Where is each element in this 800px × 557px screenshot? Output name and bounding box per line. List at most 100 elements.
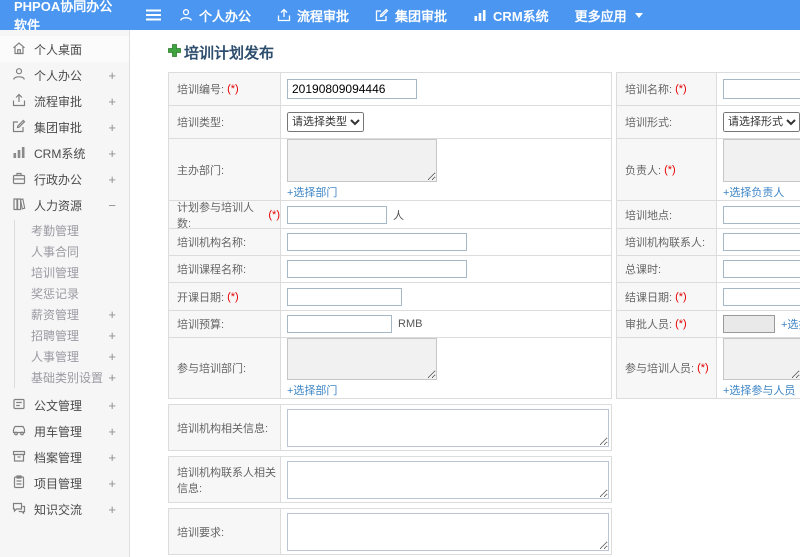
user-icon (179, 8, 193, 22)
expand-icon[interactable]: + (108, 476, 116, 491)
user-icon (12, 67, 26, 84)
sidebar-item-vehicle[interactable]: 用车管理 + (0, 418, 129, 444)
edit-square-icon (12, 119, 26, 136)
row-training-type: 培训类型: 请选择类型 (169, 106, 611, 139)
sidebar-item-project[interactable]: 项目管理 + (0, 470, 129, 496)
row-end-date: 结课日期: (*) (617, 283, 800, 311)
expand-icon[interactable]: + (108, 502, 116, 517)
sidebar-item-admin-office[interactable]: 行政办公 + (0, 166, 129, 192)
sidebar-item-hr-contract[interactable]: 人事合同 (15, 241, 129, 262)
participating-departments-textarea[interactable] (287, 338, 437, 380)
form-right-column: 培训名称: (*) 培训形式: 请选择形式 负责人: (*) +选择负责人 培训地点… (616, 72, 800, 399)
training-requirements-textarea[interactable] (287, 512, 609, 551)
document-icon (12, 397, 26, 414)
nav-crm-system[interactable]: CRM系统 (473, 6, 549, 25)
select-department-link[interactable]: +选择部门 (287, 184, 337, 200)
budget-input[interactable] (287, 315, 392, 333)
expand-icon[interactable]: + (108, 370, 116, 385)
sidebar-item-recruit[interactable]: 招聘管理 + (15, 325, 129, 346)
training-no-input[interactable] (287, 79, 417, 99)
select-person-in-charge-link[interactable]: +选择负责人 (723, 184, 784, 200)
course-name-input[interactable] (287, 260, 467, 278)
participating-personnel-textarea[interactable] (723, 338, 800, 380)
expand-icon[interactable]: + (108, 146, 116, 161)
sidebar-item-official-doc[interactable]: 公文管理 + (0, 392, 129, 418)
expand-icon[interactable]: + (108, 424, 116, 439)
row-participating-personnel: 参与培训人员: (*) +选择参与人员 (617, 338, 800, 398)
sidebar-item-crm[interactable]: CRM系统 + (0, 140, 129, 166)
expand-icon[interactable]: + (108, 120, 116, 135)
collapse-icon[interactable]: − (108, 198, 116, 213)
end-date-input[interactable] (723, 287, 800, 306)
total-hours-input[interactable] (723, 260, 800, 278)
expand-icon[interactable]: + (108, 398, 116, 413)
sidebar-item-group-approval[interactable]: 集团审批 + (0, 114, 129, 140)
nav-group-approval[interactable]: 集团审批 (375, 6, 447, 25)
main-content: 培训计划发布 培训编号:(*) 培训类型: 请选择类型 主办部门: +选择部门 … (130, 30, 800, 557)
institution-info-textarea[interactable] (287, 408, 609, 447)
sidebar-item-training-mgmt[interactable]: 培训管理 (15, 262, 129, 283)
training-location-input[interactable] (723, 205, 800, 224)
institution-contact-info-textarea[interactable] (287, 460, 609, 499)
training-name-input[interactable] (723, 79, 800, 99)
app-header: PHPOA协同办公软件 个人办公 流程审批 集团审批 CRM系统 更多应用 (0, 0, 800, 33)
institution-name-input[interactable] (287, 233, 467, 251)
archive-icon (12, 449, 26, 466)
nav-more-apps[interactable]: 更多应用 (575, 6, 643, 25)
start-date-input[interactable] (287, 287, 402, 306)
nav-personal-office[interactable]: 个人办公 (179, 6, 251, 25)
sidebar-item-workflow-approval[interactable]: 流程审批 + (0, 88, 129, 114)
car-icon (12, 423, 26, 440)
sidebar-item-attendance[interactable]: 考勤管理 (15, 220, 129, 241)
top-nav: 个人办公 流程审批 集团审批 CRM系统 更多应用 (179, 6, 643, 25)
host-department-textarea[interactable] (287, 139, 437, 182)
chat-icon (12, 501, 26, 518)
expand-icon[interactable]: + (108, 172, 116, 187)
row-total-hours: 总课时: (617, 256, 800, 283)
briefcase-icon (12, 171, 26, 188)
sidebar-item-base-category[interactable]: 基础类别设置 + (15, 367, 129, 388)
select-participants-link[interactable]: +选择参与人员 (723, 382, 795, 398)
expand-icon[interactable]: + (108, 450, 116, 465)
home-icon (12, 41, 26, 58)
row-institution-contact-info: 培训机构联系人相关信息: (168, 456, 612, 503)
page-title-row: 培训计划发布 (168, 42, 800, 63)
expand-icon[interactable]: + (108, 307, 116, 322)
sidebar-item-personnel[interactable]: 人事管理 + (15, 346, 129, 367)
select-department-link[interactable]: +选择部门 (287, 382, 337, 398)
expand-icon[interactable]: + (108, 94, 116, 109)
person-in-charge-textarea[interactable] (723, 139, 800, 182)
hr-submenu: 考勤管理 人事合同 培训管理 奖惩记录 薪资管理 + 招聘管理 + 人事管理 + 基础… (14, 220, 129, 388)
sidebar-item-salary[interactable]: 薪资管理 + (15, 304, 129, 325)
row-person-in-charge: 负责人: (*) +选择负责人 (617, 139, 800, 201)
sidebar-item-personal-office[interactable]: 个人办公 + (0, 62, 129, 88)
flow-upload-icon (12, 93, 26, 110)
row-planned-participants: 计划参与培训人数: (*) 人 (169, 201, 611, 230)
training-type-select[interactable]: 请选择类型 (287, 112, 364, 132)
planned-participants-input[interactable] (287, 205, 387, 224)
institution-contact-input[interactable] (723, 233, 800, 251)
sidebar-item-personal-desktop[interactable]: 个人桌面 (0, 36, 129, 62)
bar-chart-icon (473, 8, 487, 22)
approvers-input[interactable] (723, 315, 775, 333)
expand-icon[interactable]: + (108, 328, 116, 343)
hamburger-menu-icon[interactable] (146, 9, 161, 21)
sidebar: 个人桌面 个人办公 + 流程审批 + 集团审批 + CRM系统 + 行政办公 +… (0, 30, 130, 557)
select-approvers-link[interactable]: +选择审批人员 (781, 316, 800, 332)
expand-icon[interactable]: + (108, 68, 116, 83)
row-host-department: 主办部门: +选择部门 (169, 139, 611, 201)
row-training-form: 培训形式: 请选择形式 (617, 106, 800, 139)
expand-icon[interactable]: + (108, 349, 116, 364)
sidebar-item-rewards[interactable]: 奖惩记录 (15, 283, 129, 304)
sidebar-item-hr[interactable]: 人力资源 − (0, 192, 129, 218)
form-left-column: 培训编号:(*) 培训类型: 请选择类型 主办部门: +选择部门 计划参与培训人… (168, 72, 612, 399)
row-budget: 培训预算: RMB (169, 311, 611, 338)
row-start-date: 开课日期: (*) (169, 283, 611, 311)
nav-workflow-approval[interactable]: 流程审批 (277, 6, 349, 25)
training-form-select[interactable]: 请选择形式 (723, 112, 800, 132)
sidebar-item-knowledge[interactable]: 知识交流 + (0, 496, 129, 522)
page-title: 培训计划发布 (184, 45, 275, 62)
row-training-name: 培训名称: (*) (617, 73, 800, 106)
sidebar-item-archive[interactable]: 档案管理 + (0, 444, 129, 470)
add-plus-icon (168, 43, 181, 62)
